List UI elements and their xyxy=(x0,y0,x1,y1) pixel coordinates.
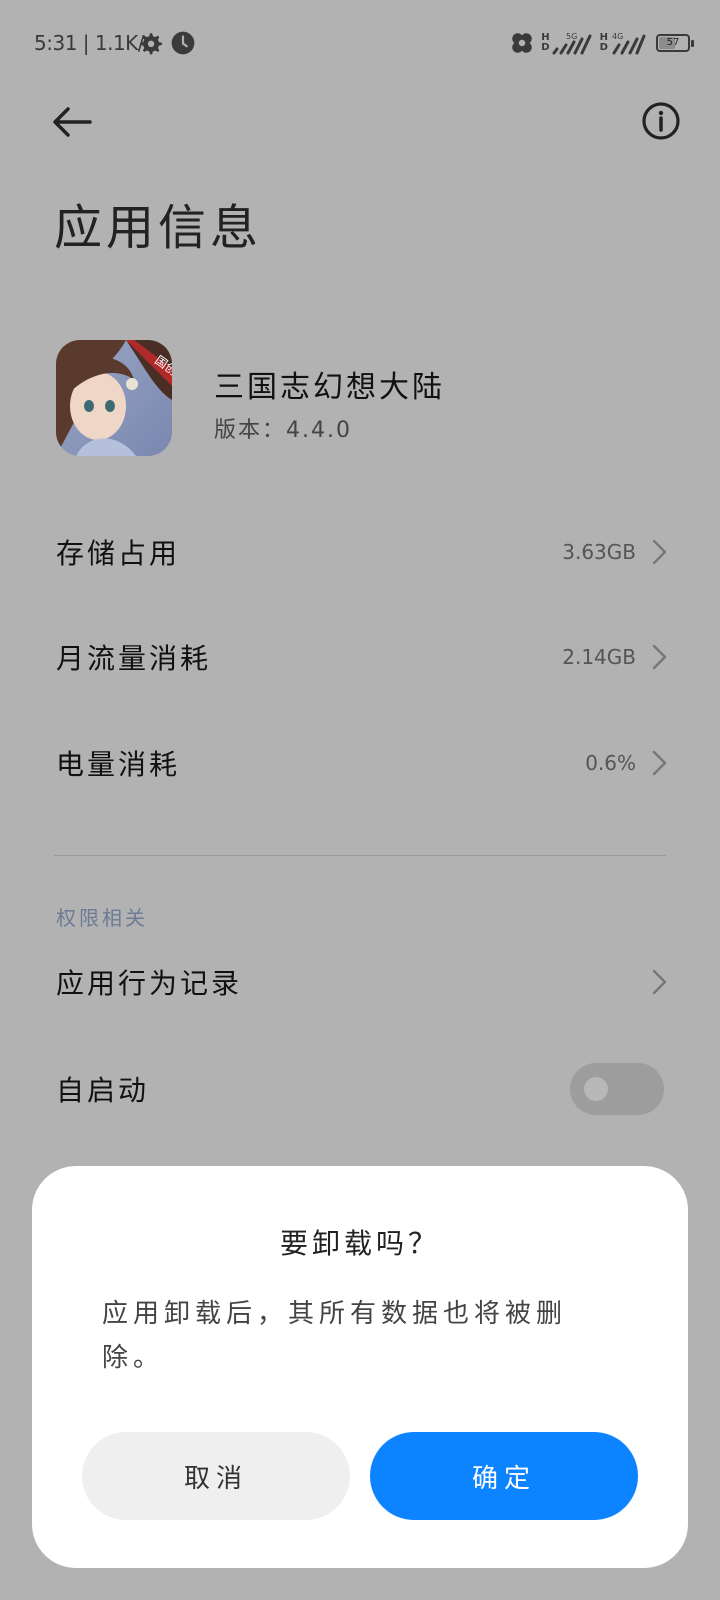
battery-usage-row[interactable]: 电量消耗 0.6% xyxy=(0,713,720,813)
clock-icon xyxy=(171,31,195,55)
autostart-row: 自启动 xyxy=(0,1039,720,1139)
behavior-record-label: 应用行为记录 xyxy=(56,967,243,1000)
page-title: 应用信息 xyxy=(54,200,263,256)
autostart-toggle[interactable] xyxy=(570,1063,664,1115)
back-arrow-icon[interactable] xyxy=(50,102,94,142)
data-usage-value: 2.14GB xyxy=(562,645,636,669)
status-time-speed: 5:31 | 1.1K/s xyxy=(34,31,154,55)
chevron-right-icon xyxy=(652,750,667,776)
storage-usage-row[interactable]: 存储占用 3.63GB xyxy=(0,502,720,602)
battery-icon: 57 xyxy=(656,34,694,52)
cancel-button[interactable]: 取消 xyxy=(82,1432,350,1520)
network-4g-label: 4G xyxy=(612,32,623,41)
toggle-knob xyxy=(584,1077,608,1101)
storage-usage-value: 3.63GB xyxy=(562,540,636,564)
battery-usage-label: 电量消耗 xyxy=(56,748,181,781)
chevron-right-icon xyxy=(652,969,667,995)
info-icon[interactable] xyxy=(640,100,682,142)
app-card: 国创 三国志幻想大陆 版本：4.4.0 xyxy=(56,340,656,460)
status-bar: 5:31 | 1.1K/s HD 5G HD 4G 57 xyxy=(0,0,720,86)
signal-2: HD 4G xyxy=(600,31,646,55)
status-right-cluster: HD 5G HD 4G 57 xyxy=(509,28,694,58)
dialog-message: 应用卸载后，其所有数据也将被删除。 xyxy=(102,1299,568,1373)
autostart-label: 自启动 xyxy=(56,1074,150,1107)
settings-gear-icon xyxy=(140,33,162,55)
signal-bars-icon: 4G xyxy=(612,32,646,55)
app-version: 版本：4.4.0 xyxy=(214,418,352,443)
uninstall-dialog: 要卸载吗？ 应用卸载后，其所有数据也将被删除。 取消 确定 xyxy=(32,1166,688,1568)
top-bar xyxy=(0,86,720,158)
hd-icon: HD xyxy=(541,32,550,53)
signal-bars-icon: 5G xyxy=(552,32,592,55)
battery-level: 57 xyxy=(666,37,680,48)
network-5g-label: 5G xyxy=(566,32,577,41)
behavior-record-row[interactable]: 应用行为记录 xyxy=(0,932,720,1032)
dialog-title: 要卸载吗？ xyxy=(279,1227,440,1260)
confirm-button[interactable]: 确定 xyxy=(370,1432,638,1520)
battery-usage-value: 0.6% xyxy=(585,751,636,775)
flower-notification-icon xyxy=(512,33,532,53)
chevron-right-icon xyxy=(652,539,667,565)
hd-icon: HD xyxy=(599,32,608,53)
storage-usage-label: 存储占用 xyxy=(56,537,181,570)
data-usage-label: 月流量消耗 xyxy=(56,642,212,675)
app-icon: 国创 xyxy=(56,340,172,456)
chevron-right-icon xyxy=(652,644,667,670)
section-divider xyxy=(54,855,666,856)
app-name: 三国志幻想大陆 xyxy=(214,370,445,405)
data-usage-row[interactable]: 月流量消耗 2.14GB xyxy=(0,607,720,707)
signal-1: HD 5G xyxy=(541,31,593,55)
permissions-section-title: 权限相关 xyxy=(56,906,148,930)
